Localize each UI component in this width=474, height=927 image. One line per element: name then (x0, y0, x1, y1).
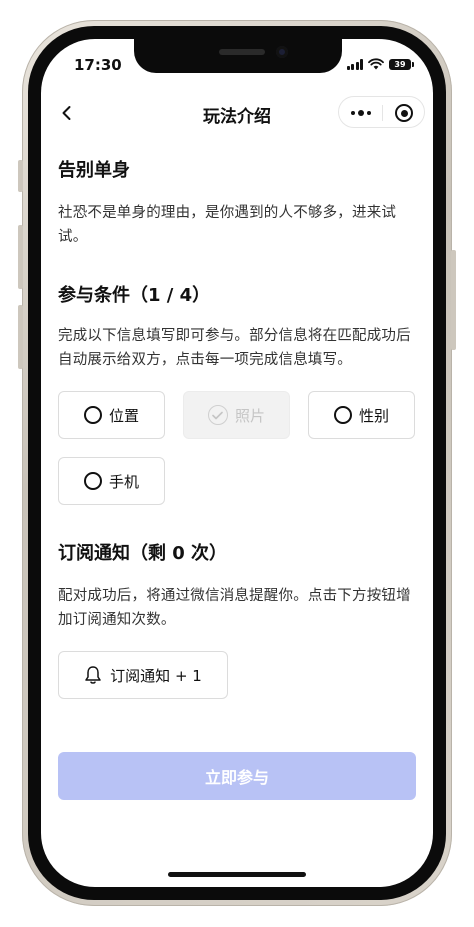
miniprogram-capsule (338, 96, 425, 128)
subscribe-text: 配对成功后，将通过微信消息提醒你。点击下方按钮增加订阅通知次数。 (58, 588, 411, 628)
front-camera (276, 46, 288, 58)
more-icon[interactable] (351, 110, 371, 116)
conditions-title: 参与条件（1 / 4） (58, 285, 211, 306)
unchecked-circle-icon (83, 472, 102, 490)
join-button[interactable]: 立即参与 (58, 752, 416, 800)
bell-icon (85, 666, 101, 684)
subscribe-title: 订阅通知（剩 0 次） (58, 543, 228, 564)
subscribe-button[interactable]: 订阅通知 + 1 (58, 651, 228, 699)
condition-label: 性别 (358, 406, 389, 425)
volume-up-button (18, 225, 23, 289)
subscribe-button-label: 订阅通知 + 1 (110, 666, 202, 685)
condition-gender-button[interactable]: 性别 (308, 391, 415, 439)
condition-label: 手机 (108, 472, 139, 491)
condition-label: 位置 (108, 406, 139, 425)
power-button (451, 250, 456, 350)
close-miniprogram-icon[interactable] (395, 104, 413, 122)
condition-label: 照片 (234, 406, 265, 425)
battery-icon: 39 (389, 58, 414, 70)
signal-icon (346, 58, 363, 70)
wifi-icon (368, 58, 384, 70)
condition-phone-button[interactable]: 手机 (58, 457, 165, 505)
volume-down-button (18, 305, 23, 369)
phone-screen: 17:30 39 玩法介绍 告别单身 社恐不是单身的理由，是你遇到的人不够多，进… (41, 39, 433, 887)
unchecked-circle-icon (83, 406, 102, 424)
mute-switch (18, 160, 23, 192)
unchecked-circle-icon (333, 406, 352, 424)
status-icons: 39 (346, 58, 414, 70)
condition-location-button[interactable]: 位置 (58, 391, 165, 439)
capsule-divider (382, 105, 383, 121)
status-time: 17:30 (74, 56, 122, 74)
speaker (219, 49, 265, 55)
conditions-text: 完成以下信息填写即可参与。部分信息将在匹配成功后自动展示给双方，点击每一项完成信… (58, 328, 411, 368)
notch (134, 39, 342, 73)
intro-text: 社恐不是单身的理由，是你遇到的人不够多，进来试试。 (58, 205, 397, 245)
nav-bar: 玩法介绍 (41, 91, 433, 135)
intro-title: 告别单身 (58, 160, 130, 181)
home-indicator (168, 872, 306, 877)
check-circle-icon (207, 405, 228, 425)
condition-photo-button[interactable]: 照片 (183, 391, 290, 439)
